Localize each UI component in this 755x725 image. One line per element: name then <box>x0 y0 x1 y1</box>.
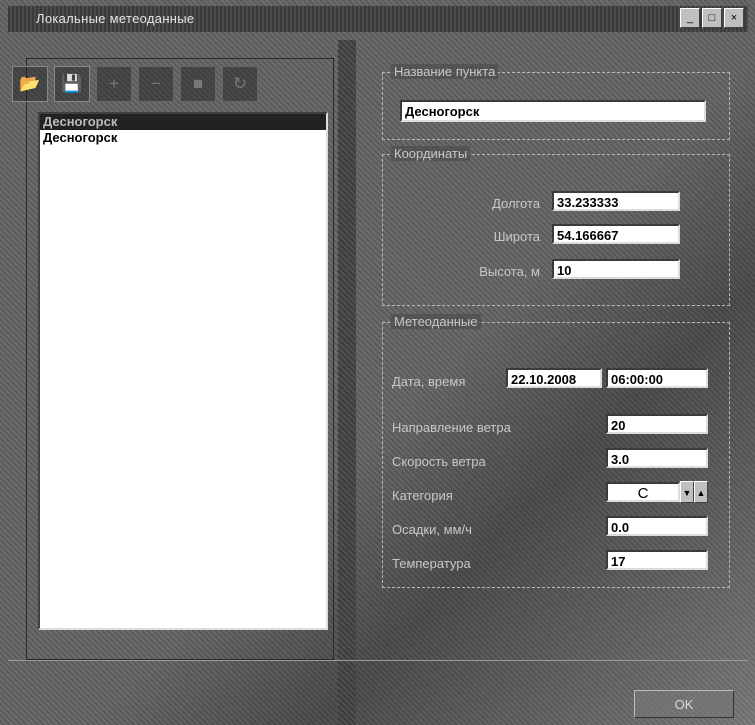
wind-speed-label: Скорость ветра <box>392 454 486 469</box>
coordinates-legend: Координаты <box>391 146 471 161</box>
latitude-field[interactable]: 54.166667 <box>552 224 680 244</box>
edit-icon[interactable]: ■ <box>180 66 216 102</box>
window-controls: _ □ × <box>680 8 744 28</box>
category-field[interactable]: C <box>606 482 680 502</box>
time-field[interactable]: 06:00:00 <box>606 368 708 388</box>
locations-list[interactable]: Десногорск Десногорск <box>38 112 328 630</box>
latitude-label: Широта <box>493 229 540 244</box>
altitude-label: Высота, м <box>479 264 540 279</box>
window-title: Локальные метеоданные <box>36 11 195 26</box>
add-icon[interactable]: + <box>96 66 132 102</box>
minimize-button[interactable]: _ <box>680 8 700 28</box>
category-up-icon[interactable]: ▲ <box>694 481 708 503</box>
precipitation-field[interactable]: 0.0 <box>606 516 708 536</box>
remove-icon[interactable]: − <box>138 66 174 102</box>
altitude-field[interactable]: 10 <box>552 259 680 279</box>
save-icon[interactable]: 💾 <box>54 66 90 102</box>
close-button[interactable]: × <box>724 8 744 28</box>
wind-direction-label: Направление ветра <box>392 420 511 435</box>
datetime-label: Дата, время <box>392 374 466 389</box>
open-folder-icon[interactable]: 📂 <box>12 66 48 102</box>
meteo-legend: Метеоданные <box>391 314 481 329</box>
temperature-label: Температура <box>392 556 471 571</box>
dialog-window: Локальные метеоданные _ □ × 📂 💾 + − ■ ↻ … <box>0 0 755 725</box>
wind-direction-field[interactable]: 20 <box>606 414 708 434</box>
divider <box>8 660 748 661</box>
wind-speed-field[interactable]: 3.0 <box>606 448 708 468</box>
category-label: Категория <box>392 488 453 503</box>
point-name-field[interactable]: Десногорск <box>400 100 706 122</box>
maximize-button[interactable]: □ <box>702 8 722 28</box>
point-name-legend: Название пункта <box>391 64 499 79</box>
longitude-label: Долгота <box>492 196 540 211</box>
toolbar: 📂 💾 + − ■ ↻ <box>12 64 324 104</box>
list-item[interactable]: Десногорск <box>40 114 326 130</box>
category-down-icon[interactable]: ▼ <box>680 481 694 503</box>
list-item[interactable]: Десногорск <box>40 130 326 146</box>
date-field[interactable]: 22.10.2008 <box>506 368 602 388</box>
ok-button[interactable]: OK <box>634 690 734 718</box>
splitter[interactable] <box>338 40 356 725</box>
longitude-field[interactable]: 33.233333 <box>552 191 680 211</box>
precipitation-label: Осадки, мм/ч <box>392 522 472 537</box>
temperature-field[interactable]: 17 <box>606 550 708 570</box>
title-bar[interactable]: Локальные метеоданные _ □ × <box>8 6 748 32</box>
refresh-icon[interactable]: ↻ <box>222 66 258 102</box>
